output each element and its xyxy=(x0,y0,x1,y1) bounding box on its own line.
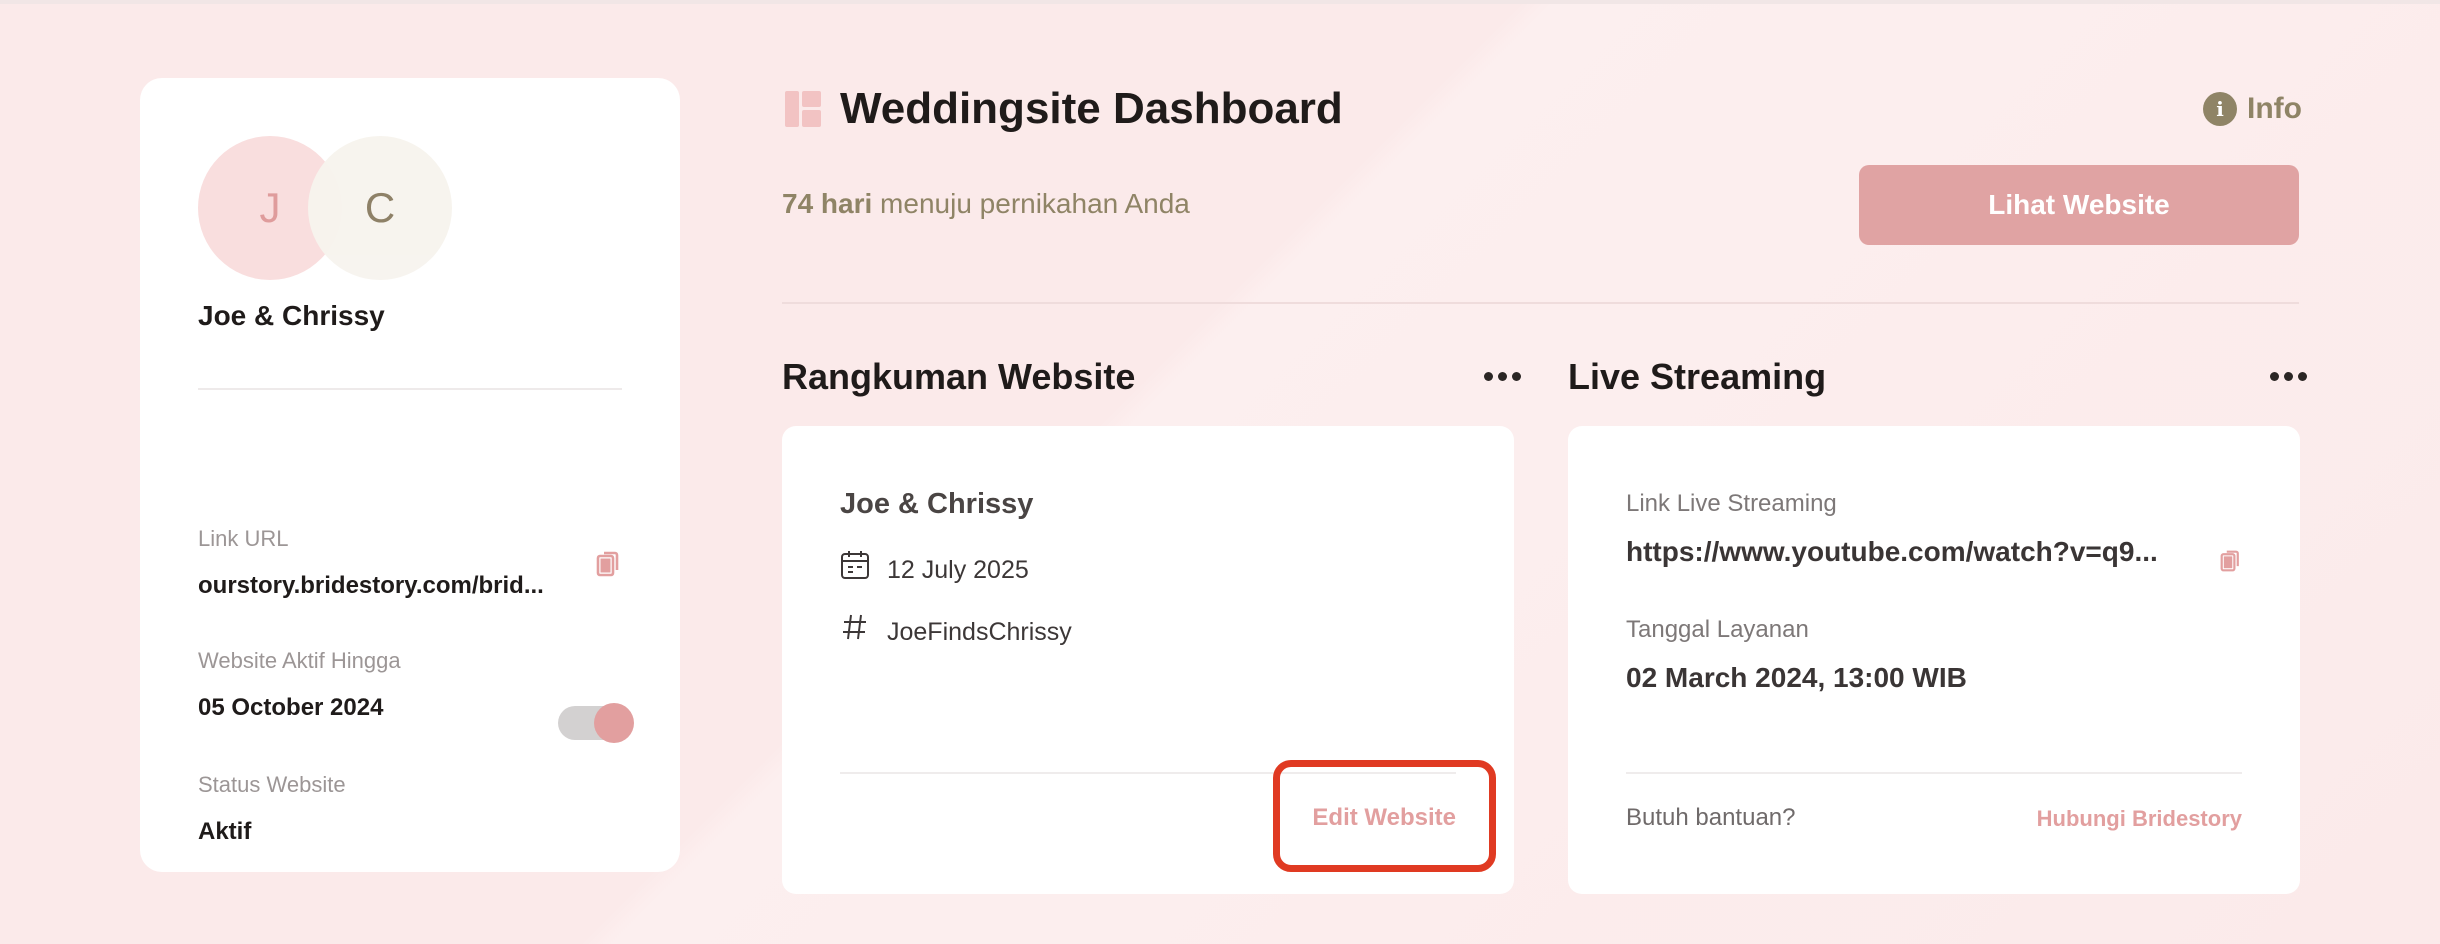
link-url-label: Link URL xyxy=(198,526,289,551)
dot-icon xyxy=(2298,372,2307,381)
countdown-days: 74 hari xyxy=(782,188,873,219)
contact-bridestory-link[interactable]: Hubungi Bridestory xyxy=(2037,806,2242,832)
dot-icon xyxy=(1512,372,1521,381)
page-title: Weddingsite Dashboard xyxy=(840,84,1343,133)
summary-couple-name: Joe & Chrissy xyxy=(840,488,1034,520)
active-until-label: Website Aktif Hingga xyxy=(198,648,401,673)
dot-icon xyxy=(1484,372,1493,381)
summary-section-title: Rangkuman Website xyxy=(782,356,1136,397)
header-divider xyxy=(782,302,2299,304)
divider xyxy=(1626,772,2242,774)
avatar: C xyxy=(308,136,452,280)
status-value: Aktif xyxy=(198,818,252,845)
countdown-text: menuju pernikahan Anda xyxy=(872,188,1190,219)
avatar-initial: J xyxy=(259,184,281,231)
summary-hashtag: JoeFindsChrissy xyxy=(887,618,1072,646)
copy-icon[interactable] xyxy=(596,549,622,579)
status-label: Status Website xyxy=(198,772,346,797)
divider xyxy=(198,388,622,390)
live-streaming-more-menu[interactable] xyxy=(2270,372,2307,381)
profile-card: J C Joe & Chrissy Link URL ourstory.brid… xyxy=(140,78,680,872)
info-icon: i xyxy=(2203,92,2237,126)
dot-icon xyxy=(1498,372,1507,381)
hashtag-icon xyxy=(843,614,866,640)
live-streaming-card: Link Live Streaming https://www.youtube.… xyxy=(1568,426,2300,894)
calendar-icon xyxy=(841,551,869,579)
service-date-value: 02 March 2024, 13:00 WIB xyxy=(1626,662,1967,693)
link-url-value: ourstory.bridestory.com/brid... xyxy=(198,572,544,599)
info-label: Info xyxy=(2247,92,2302,125)
live-link-label: Link Live Streaming xyxy=(1626,490,1837,517)
couple-name: Joe & Chrissy xyxy=(198,300,385,331)
summary-more-menu[interactable] xyxy=(1484,372,1521,381)
live-streaming-section-title: Live Streaming xyxy=(1568,356,1827,397)
copy-icon[interactable] xyxy=(2220,548,2242,574)
top-border xyxy=(0,0,2440,4)
countdown: 74 hari menuju pernikahan Anda xyxy=(782,188,1190,220)
service-date-label: Tanggal Layanan xyxy=(1626,616,1809,643)
active-until-value: 05 October 2024 xyxy=(198,694,384,721)
dot-icon xyxy=(2270,372,2279,381)
avatar-initial: C xyxy=(364,184,396,231)
summary-date: 12 July 2025 xyxy=(887,556,1029,584)
toggle-knob xyxy=(594,703,634,743)
live-link-value: https://www.youtube.com/watch?v=q9... xyxy=(1626,536,2158,567)
dashboard-icon xyxy=(785,91,821,127)
info-button[interactable]: i Info xyxy=(2203,92,2302,126)
help-text: Butuh bantuan? xyxy=(1626,804,1796,831)
view-website-button[interactable]: Lihat Website xyxy=(1859,165,2299,245)
highlight-annotation xyxy=(1273,760,1496,872)
dot-icon xyxy=(2284,372,2293,381)
status-toggle[interactable] xyxy=(558,703,634,743)
